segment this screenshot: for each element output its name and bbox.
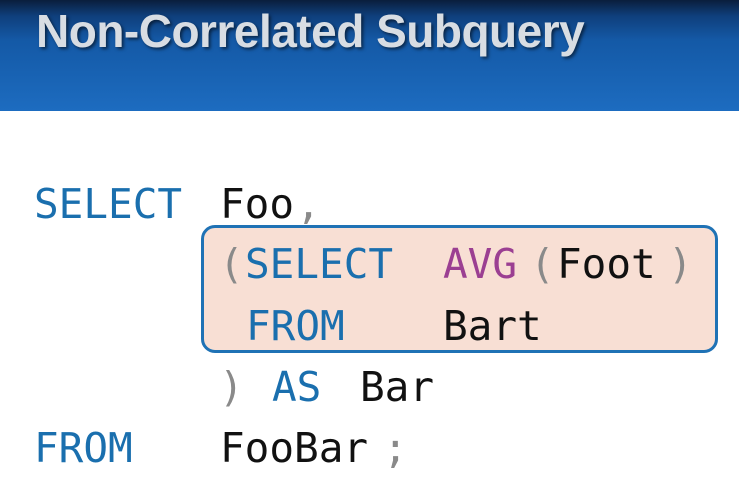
semicolon: ;: [383, 424, 408, 472]
subquery-select-keyword: SELECT: [245, 240, 394, 288]
subquery-close-paren: ): [219, 363, 244, 411]
subquery-open-paren: (: [219, 240, 244, 288]
from-keyword: FROM: [34, 424, 133, 472]
subquery-from-keyword: FROM: [246, 302, 345, 350]
table-foobar: FooBar: [220, 424, 369, 472]
avg-open-paren: (: [530, 240, 555, 288]
column-foo: Foo: [220, 180, 295, 228]
avg-close-paren: ): [668, 240, 693, 288]
comma: ,: [296, 180, 321, 228]
slide: Non-Correlated Subquery SELECT Foo , ( S…: [0, 0, 739, 491]
as-keyword: AS: [272, 363, 322, 411]
avg-function: AVG: [443, 240, 518, 288]
select-keyword: SELECT: [34, 180, 183, 228]
alias-bar: Bar: [360, 363, 435, 411]
table-bart: Bart: [443, 302, 542, 350]
slide-title: Non-Correlated Subquery: [36, 5, 585, 57]
title-bar: Non-Correlated Subquery: [0, 0, 739, 111]
avg-argument-foot: Foot: [557, 240, 656, 288]
